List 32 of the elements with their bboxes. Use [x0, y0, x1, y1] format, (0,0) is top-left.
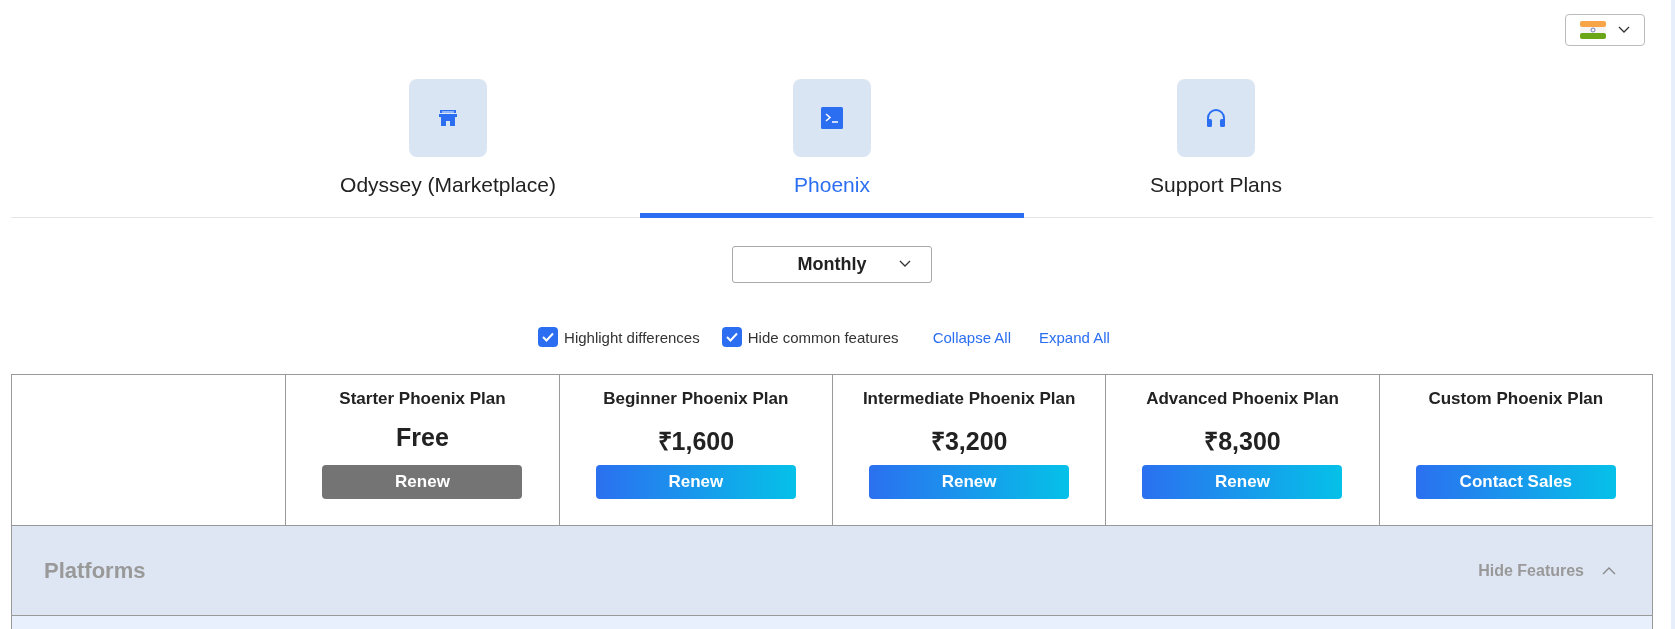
plan-button[interactable]: Renew [869, 465, 1070, 499]
billing-period-dropdown[interactable]: Monthly [732, 246, 932, 283]
plan-price: ₹3,200 [930, 426, 1008, 452]
checkbox-label: Hide common features [747, 328, 899, 346]
terminal-icon [820, 106, 844, 130]
plan-price: Free [396, 423, 449, 452]
link[interactable]: Collapse All [932, 328, 1011, 346]
plan-button[interactable]: Renew [322, 465, 523, 499]
region-selector[interactable] [1565, 14, 1645, 46]
product-tab[interactable]: Support Plans [1024, 79, 1408, 218]
headphones-icon [1204, 106, 1228, 130]
link[interactable]: Expand All [1039, 328, 1110, 346]
plan-button[interactable]: Renew [595, 465, 796, 499]
plan-button[interactable]: Contact Sales [1415, 465, 1616, 499]
flag-icon [1580, 21, 1606, 39]
plan-name: Intermediate Phoenix Plan [862, 389, 1076, 409]
checkbox[interactable] [538, 327, 559, 347]
plan-name: Advanced Phoenix Plan [1146, 389, 1339, 409]
section-title: Platforms [44, 557, 146, 584]
chevron-up-icon [1602, 566, 1616, 575]
product-tab[interactable]: Phoenix [640, 79, 1024, 218]
plan-price: ₹1,600 [657, 426, 735, 452]
chevron-down-icon [1618, 26, 1630, 34]
chevron-down-icon [899, 260, 911, 268]
checkbox-label: Highlight differences [564, 328, 700, 346]
product-tab[interactable]: Odyssey (Marketplace) [256, 79, 640, 218]
plan-price: ₹8,300 [1204, 426, 1281, 452]
plan-name: Beginner Phoenix Plan [603, 389, 789, 409]
checkbox[interactable] [721, 327, 742, 347]
plan-name: Custom Phoenix Plan [1428, 389, 1604, 409]
plan-name: Starter Phoenix Plan [339, 389, 506, 409]
plan-button[interactable]: Renew [1142, 465, 1343, 499]
